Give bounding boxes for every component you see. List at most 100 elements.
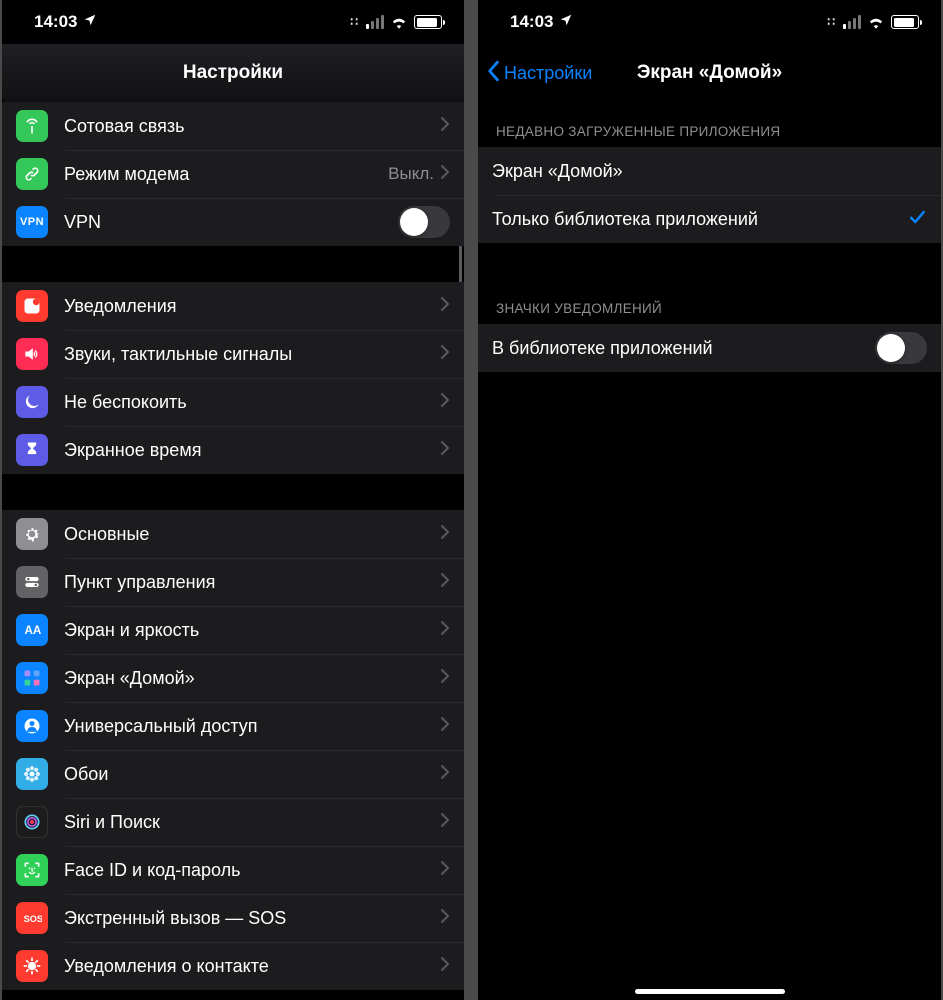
row-label: В библиотеке приложений <box>492 338 875 359</box>
signal-secondary-icon: ∷ <box>827 15 835 29</box>
chevron-right-icon <box>440 908 450 929</box>
svg-text:AA: AA <box>25 624 42 637</box>
settings-group: Сотовая связь Режим модемаВыкл. VPN VPN <box>2 102 464 246</box>
settings-row-general[interactable]: Основные <box>2 510 464 558</box>
chevron-right-icon <box>440 812 450 833</box>
chevron-right-icon <box>440 620 450 641</box>
location-icon <box>83 12 97 32</box>
status-bar: 14:03 ∷ <box>478 0 941 44</box>
nav-bar: Настройки <box>2 44 464 102</box>
toggle-switch[interactable] <box>875 332 927 364</box>
link-icon <box>16 158 48 190</box>
row-label: Экстренный вызов — SOS <box>64 908 440 929</box>
row-label: Универсальный доступ <box>64 716 440 737</box>
settings-row-wallpaper[interactable]: Обои <box>2 750 464 798</box>
back-button[interactable]: Настройки <box>486 44 592 102</box>
wifi-icon <box>867 15 885 29</box>
group-header: ЗНАЧКИ УВЕДОМЛЕНИЙ <box>478 279 941 324</box>
covid-icon <box>16 950 48 982</box>
chevron-right-icon <box>440 164 450 185</box>
flower-icon <box>16 758 48 790</box>
phone-settings: 14:03 ∷ Настройки Сотовая связь Режим мод… <box>2 0 464 1000</box>
settings-row-siri[interactable]: Siri и Поиск <box>2 798 464 846</box>
chevron-right-icon <box>440 956 450 977</box>
status-time: 14:03 <box>34 12 77 32</box>
chevron-right-icon <box>440 524 450 545</box>
home-indicator[interactable] <box>635 989 785 994</box>
battery-icon <box>414 15 442 29</box>
settings-row-homescreen[interactable]: Экран «Домой» <box>2 654 464 702</box>
settings-row-libonly[interactable]: Только библиотека приложений <box>478 195 941 243</box>
row-label: Обои <box>64 764 440 785</box>
chevron-right-icon <box>440 860 450 881</box>
aa-icon: AA <box>16 614 48 646</box>
settings-row-screentime[interactable]: Экранное время <box>2 426 464 474</box>
row-label: Siri и Поиск <box>64 812 440 833</box>
chevron-left-icon <box>486 60 500 87</box>
settings-row-notifications[interactable]: Уведомления <box>2 282 464 330</box>
page-title: Экран «Домой» <box>637 62 782 84</box>
row-label: Экран «Домой» <box>492 161 927 182</box>
location-icon <box>559 12 573 32</box>
siri-icon <box>16 806 48 838</box>
settings-row-vpn[interactable]: VPN VPN <box>2 198 464 246</box>
page-title: Настройки <box>183 62 283 84</box>
settings-group: ЗНАЧКИ УВЕДОМЛЕНИЙ В библиотеке приложени… <box>478 279 941 372</box>
gear-icon <box>16 518 48 550</box>
row-label: Звуки, тактильные сигналы <box>64 344 440 365</box>
row-label: Сотовая связь <box>64 116 440 137</box>
settings-group: НЕДАВНО ЗАГРУЖЕННЫЕ ПРИЛОЖЕНИЯЭкран «Дом… <box>478 102 941 243</box>
settings-row-dnd[interactable]: Не беспокоить <box>2 378 464 426</box>
settings-row-faceid[interactable]: Face ID и код-пароль <box>2 846 464 894</box>
row-label: Не беспокоить <box>64 392 440 413</box>
nav-bar: Настройки Экран «Домой» <box>478 44 941 102</box>
wifi-icon <box>390 15 408 29</box>
back-label: Настройки <box>504 63 592 84</box>
settings-row-hotspot[interactable]: Режим модемаВыкл. <box>2 150 464 198</box>
row-label: VPN <box>64 212 398 233</box>
homescreen-scroll[interactable]: НЕДАВНО ЗАГРУЖЕННЫЕ ПРИЛОЖЕНИЯЭкран «Дом… <box>478 102 941 1000</box>
chevron-right-icon <box>440 296 450 317</box>
row-label: Face ID и код-пароль <box>64 860 440 881</box>
chevron-right-icon <box>440 716 450 737</box>
signal-icon <box>366 15 384 29</box>
signal-secondary-icon: ∷ <box>350 15 358 29</box>
settings-row-accessibility[interactable]: Универсальный доступ <box>2 702 464 750</box>
status-time: 14:03 <box>510 12 553 32</box>
settings-row-sounds[interactable]: Звуки, тактильные сигналы <box>2 330 464 378</box>
hourglass-icon <box>16 434 48 466</box>
vpn-icon: VPN <box>16 206 48 238</box>
svg-text:SOS: SOS <box>24 914 42 924</box>
moon-icon <box>16 386 48 418</box>
row-label: Пункт управления <box>64 572 440 593</box>
face-icon <box>16 854 48 886</box>
settings-row-addhome[interactable]: Экран «Домой» <box>478 147 941 195</box>
battery-icon <box>891 15 919 29</box>
chevron-right-icon <box>440 764 450 785</box>
settings-row-controlcenter[interactable]: Пункт управления <box>2 558 464 606</box>
row-label: Основные <box>64 524 440 545</box>
checkmark-icon <box>907 207 927 232</box>
speaker-icon <box>16 338 48 370</box>
phone-homescreen-settings: 14:03 ∷ Настройки Экран «Домой» НЕДАВНО … <box>478 0 941 1000</box>
settings-row-cellular[interactable]: Сотовая связь <box>2 102 464 150</box>
antenna-icon <box>16 110 48 142</box>
status-bar: 14:03 ∷ <box>2 0 464 44</box>
settings-group: Уведомления Звуки, тактильные сигналы Не б… <box>2 282 464 474</box>
settings-row-libbadges[interactable]: В библиотеке приложений <box>478 324 941 372</box>
chevron-right-icon <box>440 440 450 461</box>
row-label: Только библиотека приложений <box>492 209 907 230</box>
settings-row-display[interactable]: AAЭкран и яркость <box>2 606 464 654</box>
bell-sq-icon <box>16 290 48 322</box>
chevron-right-icon <box>440 344 450 365</box>
row-label: Экранное время <box>64 440 440 461</box>
chevron-right-icon <box>440 668 450 689</box>
row-label: Режим модема <box>64 164 388 185</box>
settings-group: Основные Пункт управления AAЭкран и яркост… <box>2 510 464 990</box>
settings-row-exposure[interactable]: Уведомления о контакте <box>2 942 464 990</box>
row-detail: Выкл. <box>388 164 434 184</box>
toggle-switch[interactable] <box>398 206 450 238</box>
settings-row-sos[interactable]: SOS Экстренный вызов — SOS <box>2 894 464 942</box>
switches-icon <box>16 566 48 598</box>
settings-scroll[interactable]: Сотовая связь Режим модемаВыкл. VPN VPN Увед… <box>2 102 464 1000</box>
